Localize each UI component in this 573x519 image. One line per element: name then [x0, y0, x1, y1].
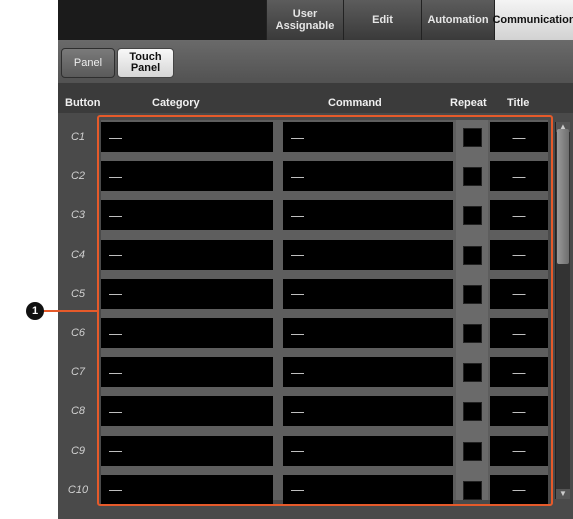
- tab-edit[interactable]: Edit: [343, 0, 421, 40]
- row-label: C7: [70, 366, 86, 379]
- vertical-scrollbar[interactable]: ▲ ▼: [555, 122, 570, 499]
- callout-marker: 1: [26, 302, 44, 320]
- row-label: C3: [70, 209, 86, 222]
- subtab-touch-panel[interactable]: Touch Panel: [117, 48, 174, 78]
- header-title: Title: [507, 97, 530, 109]
- header-button: Button: [65, 97, 101, 109]
- row-label: C6: [70, 327, 86, 339]
- tab-user-assignable[interactable]: User Assignable: [266, 0, 343, 40]
- row-label: C2: [70, 170, 86, 183]
- top-tab-bar: User Assignable Edit Automation Communic…: [58, 0, 573, 40]
- row-label: C1: [70, 131, 86, 143]
- highlight-frame: [97, 115, 553, 506]
- tab-automation[interactable]: Automation: [421, 0, 494, 40]
- scrollbar-thumb[interactable]: [557, 129, 569, 264]
- callout-leader-line: [38, 310, 98, 312]
- row-label: C9: [70, 444, 86, 457]
- header-repeat: Repeat: [450, 97, 487, 109]
- row-label: C4: [70, 248, 86, 261]
- row-label: C5: [70, 287, 86, 300]
- tab-communication[interactable]: Communication: [492, 0, 573, 40]
- subtab-panel[interactable]: Panel: [61, 48, 115, 78]
- row-label: C8: [70, 405, 86, 418]
- sub-tab-bar: Panel Touch Panel: [58, 40, 573, 84]
- scroll-down-icon[interactable]: ▼: [556, 489, 570, 499]
- row-label: C10: [67, 483, 89, 496]
- column-headers: Button Category Command Repeat Title: [58, 83, 573, 113]
- header-category: Category: [152, 97, 200, 109]
- header-command: Command: [328, 97, 382, 109]
